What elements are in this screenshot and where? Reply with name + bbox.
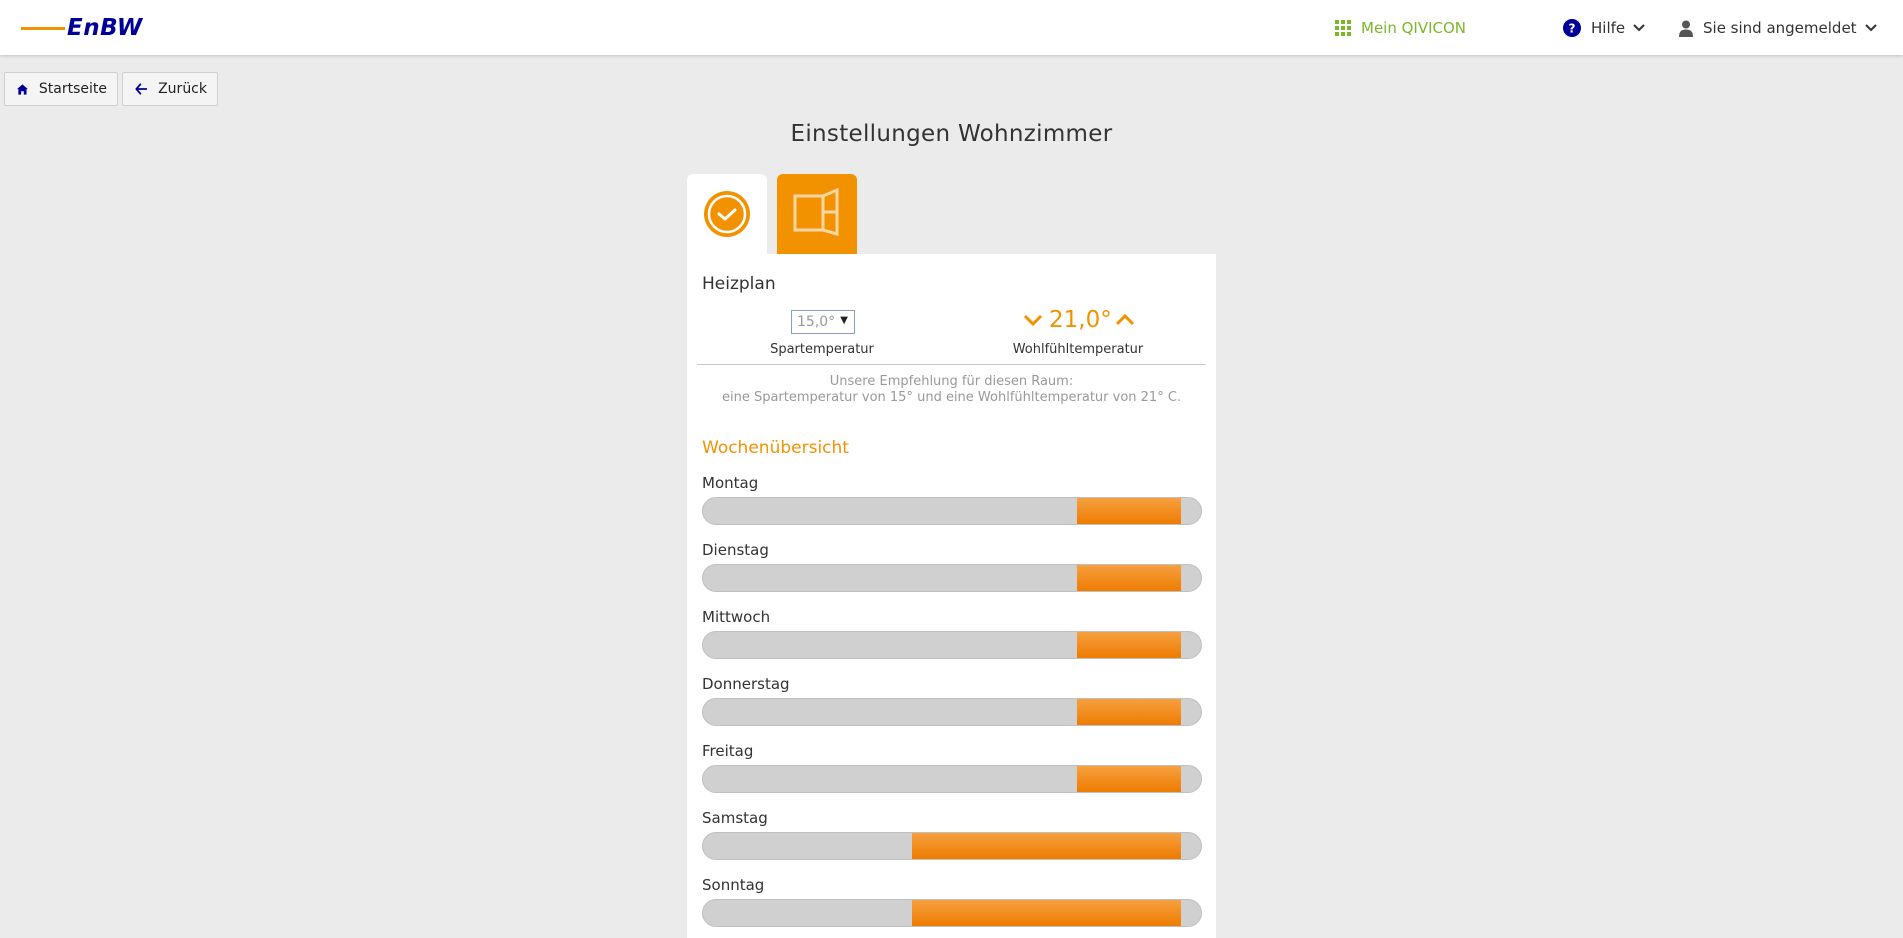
wohlfuehltemperatur-stepper: 21,0° bbox=[1023, 304, 1135, 336]
comfort-period[interactable] bbox=[912, 833, 1182, 859]
help-menu[interactable]: ? Hilfe bbox=[1563, 17, 1645, 39]
mein-qivicon-label: Mein QIVICON bbox=[1361, 19, 1467, 37]
home-button-label: Startseite bbox=[38, 81, 107, 97]
spartemperatur-select[interactable]: 15,0° ▼ bbox=[791, 310, 855, 334]
wochenuebersicht-title: Wochenübersicht bbox=[702, 438, 849, 458]
recommendation-line-2: eine Spartemperatur von 15° und eine Woh… bbox=[721, 390, 1182, 405]
page-title: Einstellungen Wohnzimmer bbox=[790, 121, 1113, 147]
comfort-period[interactable] bbox=[1076, 498, 1182, 524]
day-label-sonntag: Sonntag bbox=[702, 876, 765, 894]
day-label-mittwoch: Mittwoch bbox=[702, 608, 771, 626]
help-label: Hilfe bbox=[1591, 19, 1626, 37]
settings-panel: Heizplan 15,0° ▼ Spartemperatur 21,0° Wo… bbox=[687, 254, 1216, 938]
logo-line bbox=[21, 26, 65, 30]
day-bar-freitag[interactable] bbox=[702, 765, 1202, 793]
back-button-label: Zurück bbox=[158, 81, 207, 97]
top-header: EnBW Mein QIVICON ? Hilfe Sie sind angem… bbox=[0, 0, 1903, 55]
chevron-down-icon bbox=[1864, 24, 1877, 32]
logo-text: EnBW bbox=[67, 15, 143, 41]
home-icon bbox=[17, 83, 28, 95]
svg-text:?: ? bbox=[1569, 22, 1576, 36]
comfort-period[interactable] bbox=[912, 900, 1182, 926]
question-circle-icon: ? bbox=[1563, 19, 1581, 37]
chevron-down-icon[interactable] bbox=[1023, 313, 1043, 327]
divider bbox=[697, 364, 1206, 365]
spartemperatur-value: 15,0° bbox=[797, 314, 836, 330]
enbw-logo[interactable]: EnBW bbox=[21, 14, 143, 42]
comfort-period[interactable] bbox=[1076, 699, 1182, 725]
day-bar-donnerstag[interactable] bbox=[702, 698, 1202, 726]
user-menu[interactable]: Sie sind angemeldet bbox=[1679, 17, 1877, 39]
arrow-left-icon bbox=[135, 83, 148, 95]
day-label-dienstag: Dienstag bbox=[702, 541, 769, 559]
wohlfuehltemperatur-value: 21,0° bbox=[1049, 307, 1112, 333]
day-bar-montag[interactable] bbox=[702, 497, 1202, 525]
dropdown-arrow-icon: ▼ bbox=[840, 315, 848, 326]
grid-icon bbox=[1335, 20, 1351, 36]
home-button[interactable]: Startseite bbox=[4, 72, 118, 106]
recommendation-line-1: Unsere Empfehlung für diesen Raum: bbox=[829, 374, 1074, 389]
day-bar-mittwoch[interactable] bbox=[702, 631, 1202, 659]
user-icon bbox=[1679, 20, 1693, 37]
tab-heizplan[interactable] bbox=[687, 174, 767, 254]
spartemperatur-label: Spartemperatur bbox=[770, 342, 874, 357]
day-label-samstag: Samstag bbox=[702, 809, 768, 827]
day-bar-sonntag[interactable] bbox=[702, 899, 1202, 927]
heizplan-title: Heizplan bbox=[702, 274, 776, 294]
comfort-period[interactable] bbox=[1076, 565, 1182, 591]
day-label-montag: Montag bbox=[702, 474, 759, 492]
day-bar-samstag[interactable] bbox=[702, 832, 1202, 860]
window-icon bbox=[793, 187, 839, 236]
wohlfuehltemperatur-label: Wohlfühltemperatur bbox=[1012, 342, 1144, 357]
recommendation-text: Unsere Empfehlung für diesen Raum: eine … bbox=[687, 374, 1216, 406]
chevron-up-icon[interactable] bbox=[1115, 313, 1135, 327]
user-label: Sie sind angemeldet bbox=[1703, 19, 1857, 37]
day-label-freitag: Freitag bbox=[702, 742, 754, 760]
back-button[interactable]: Zurück bbox=[122, 72, 218, 106]
day-bar-dienstag[interactable] bbox=[702, 564, 1202, 592]
chevron-down-icon bbox=[1633, 24, 1645, 32]
comfort-period[interactable] bbox=[1076, 632, 1182, 658]
day-label-donnerstag: Donnerstag bbox=[702, 675, 790, 693]
mein-qivicon-link[interactable]: Mein QIVICON bbox=[1335, 17, 1466, 39]
comfort-period[interactable] bbox=[1076, 766, 1182, 792]
clock-check-icon bbox=[704, 191, 750, 237]
tab-window[interactable] bbox=[777, 174, 857, 254]
